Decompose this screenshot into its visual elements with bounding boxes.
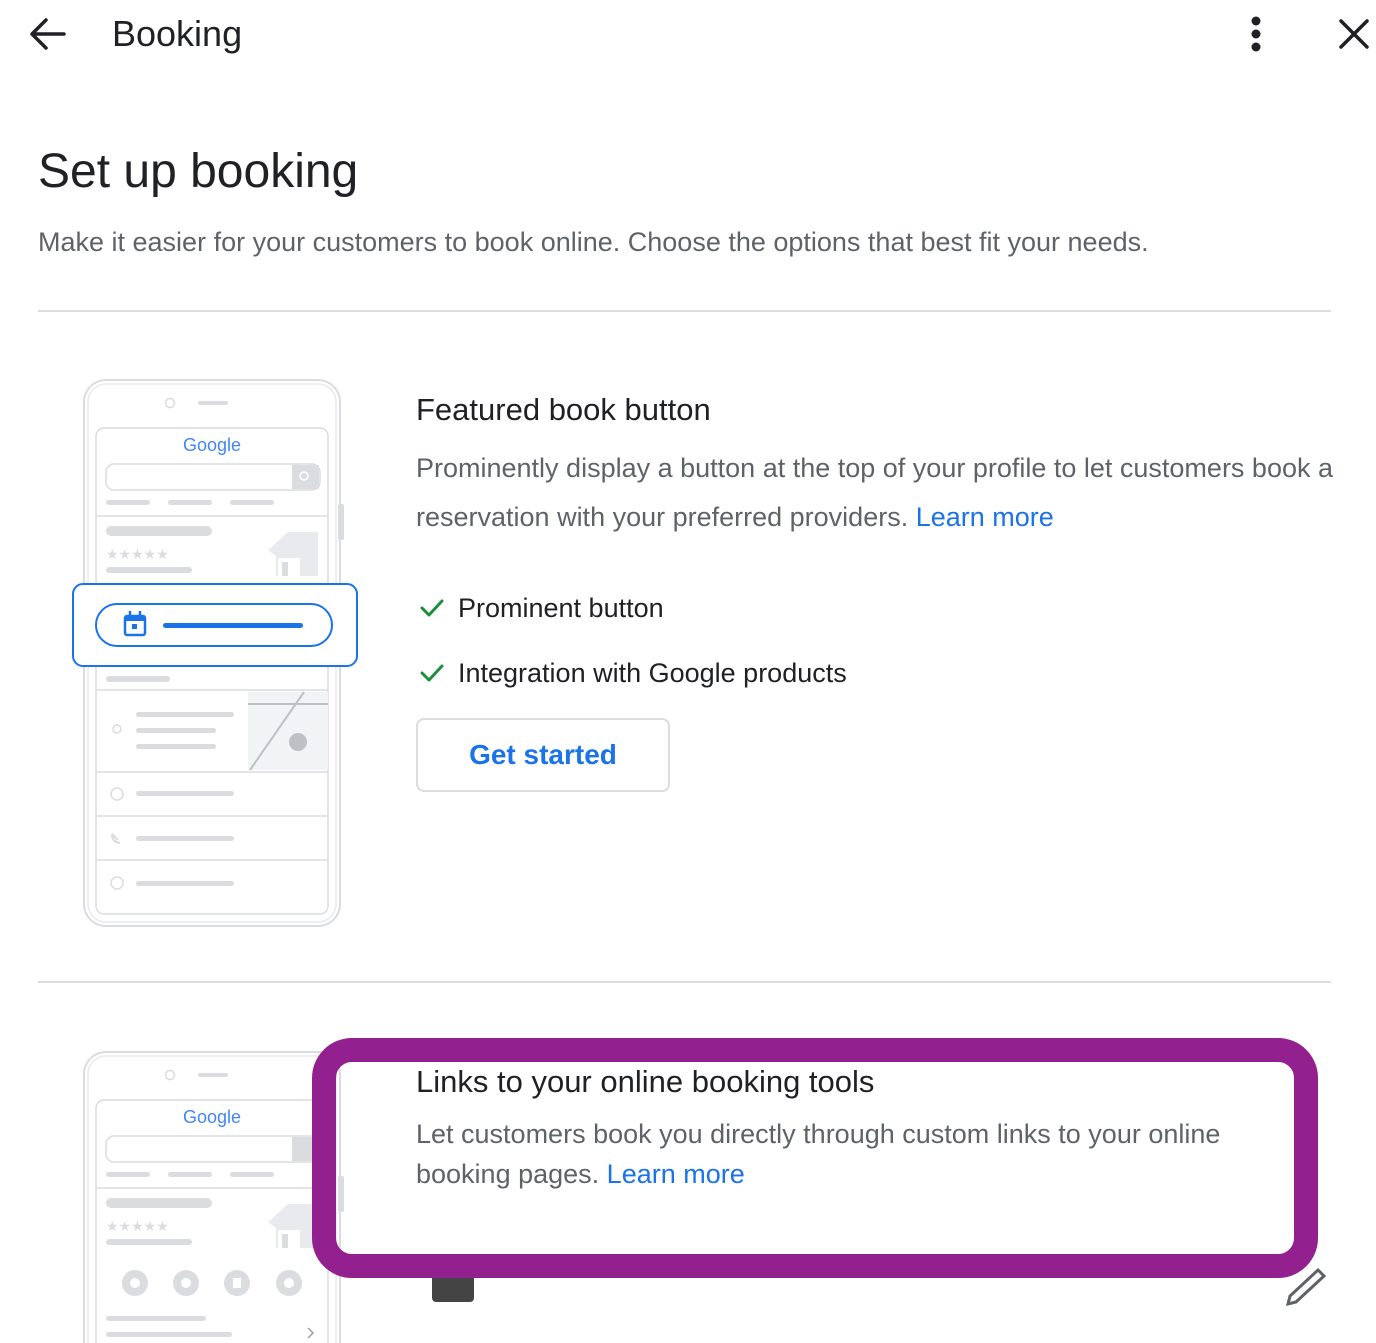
get-started-button[interactable]: Get started [416, 718, 670, 792]
feature-label: Integration with Google products [458, 657, 847, 688]
back-button[interactable] [20, 12, 74, 56]
section-description-featured: Prominently display a button at the top … [416, 444, 1346, 542]
divider [38, 310, 1331, 312]
arrow-back-icon [30, 18, 66, 50]
description-text: Let customers book you directly through … [416, 1119, 1221, 1189]
top-app-bar: Booking [0, 0, 1376, 72]
page-subtitle: Make it easier for your customers to boo… [38, 227, 1149, 257]
feature-item: Integration with Google products [416, 653, 847, 693]
svg-text:★★★★★: ★★★★★ [106, 1219, 169, 1235]
feature-label: Prominent button [458, 592, 664, 623]
close-icon [1339, 19, 1369, 49]
phone-illustration: Google ★★★★★ [83, 1051, 344, 1343]
section-title-featured: Featured book button [416, 392, 711, 427]
feature-item: Prominent button [416, 588, 664, 628]
learn-more-link[interactable]: Learn more [916, 502, 1054, 532]
more-vert-icon [1251, 16, 1261, 52]
phone-illustration: Google ★★★★★ [72, 379, 358, 927]
section-title-links: Links to your online booking tools [416, 1064, 875, 1099]
description-text: Prominently display a button at the top … [416, 453, 1333, 532]
edit-icon[interactable] [1284, 1268, 1326, 1308]
more-options-button[interactable] [1232, 10, 1280, 58]
calendar-icon [432, 1262, 474, 1302]
section-description-links: Let customers book you directly through … [416, 1114, 1306, 1194]
google-logo: Google [183, 1107, 241, 1127]
svg-text:★★★★★: ★★★★★ [106, 547, 169, 563]
divider [38, 981, 1331, 983]
learn-more-link[interactable]: Learn more [607, 1159, 745, 1189]
google-logo: Google [183, 435, 241, 455]
check-icon [416, 592, 448, 624]
app-bar-title: Booking [112, 13, 243, 54]
check-icon [416, 657, 448, 689]
page-title: Set up booking [38, 145, 359, 198]
close-button[interactable] [1330, 10, 1376, 58]
